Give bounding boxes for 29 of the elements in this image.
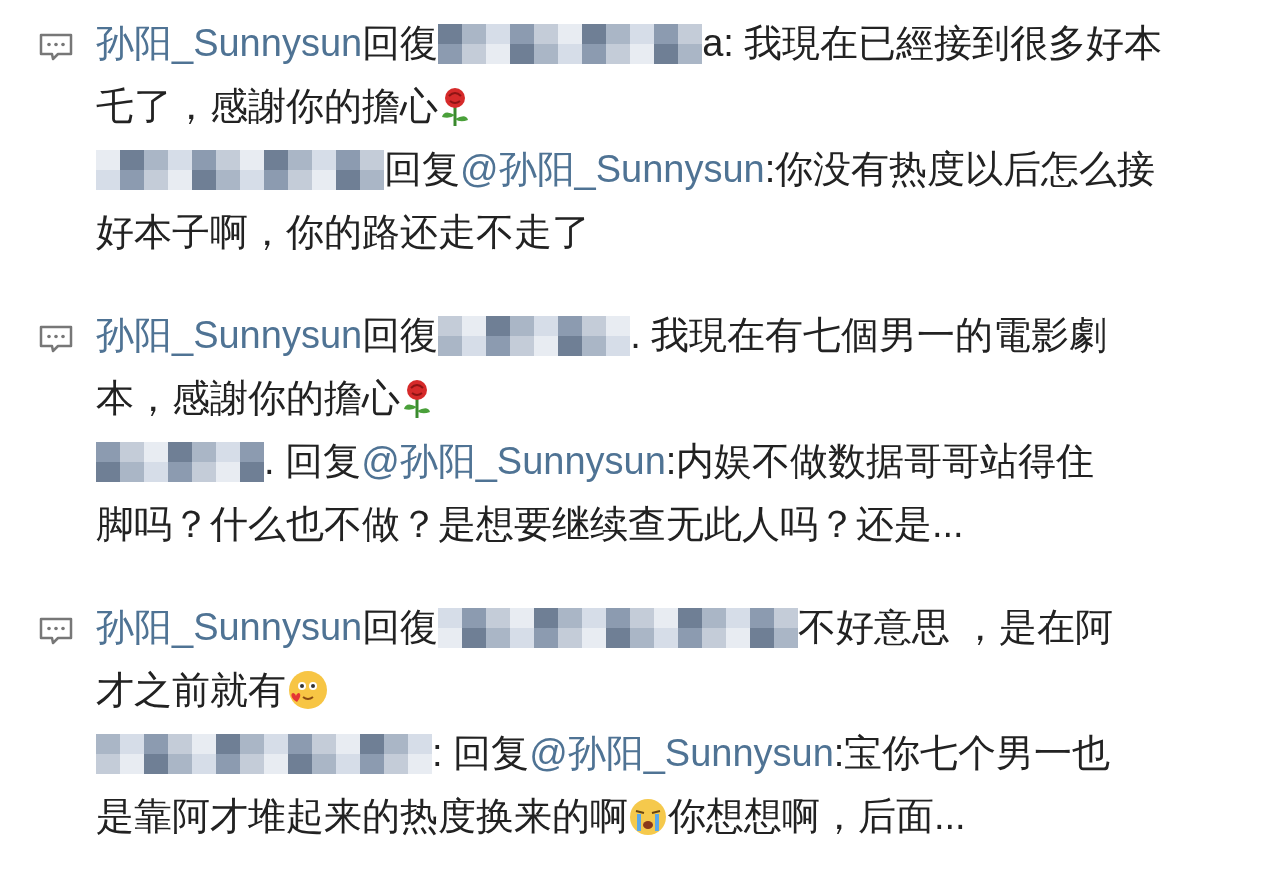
comment-text: : 回复: [432, 731, 530, 776]
comment-text: 你想想啊，后面...: [668, 794, 966, 839]
comment-text: :你没有热度以后怎么接: [764, 147, 1156, 192]
comment-text: 脚吗？什么也不做？是想要继续查无此人吗？还是...: [96, 502, 964, 547]
mention-link[interactable]: @孙阳_Sunnysun: [460, 144, 765, 195]
comment-text: 好本子啊，你的路还走不走了: [96, 210, 590, 255]
crying-face-icon: [628, 796, 668, 837]
author-link[interactable]: 孙阳_Sunnysun: [96, 310, 363, 361]
comment-text: 才之前就有: [96, 668, 286, 713]
comment-text: 回復: [362, 313, 439, 358]
comment-text: 乇了，感謝你的擔心: [96, 84, 438, 129]
mention-link[interactable]: @孙阳_Sunnysun: [361, 436, 666, 487]
author-link[interactable]: 孙阳_Sunnysun: [96, 602, 363, 653]
comment-text: . 我現在有七個男一的電影劇: [630, 313, 1108, 358]
comment-text: :内娱不做数据哥哥站得住: [665, 439, 1095, 484]
author-link[interactable]: 孙阳_Sunnysun: [96, 18, 363, 69]
comment-icon: [38, 32, 74, 62]
comment-icon: [38, 324, 74, 354]
comment-text: 是靠阿才堆起来的热度换来的啊: [96, 794, 628, 839]
comment-text: 不好意思 ，是在阿: [798, 605, 1113, 650]
comment-text: . 回复: [264, 439, 362, 484]
comment-text: 本，感謝你的擔心: [96, 376, 400, 421]
comment-text: 回復: [362, 605, 439, 650]
mention-link[interactable]: @孙阳_Sunnysun: [529, 728, 834, 779]
comment-icon: [38, 616, 74, 646]
comment-text: 回復: [362, 21, 439, 66]
comment-text: 回复: [384, 147, 460, 192]
comment-text: :宝你七个男一也: [833, 731, 1111, 776]
comment-text: a: 我現在已經接到很多好本: [702, 21, 1163, 66]
